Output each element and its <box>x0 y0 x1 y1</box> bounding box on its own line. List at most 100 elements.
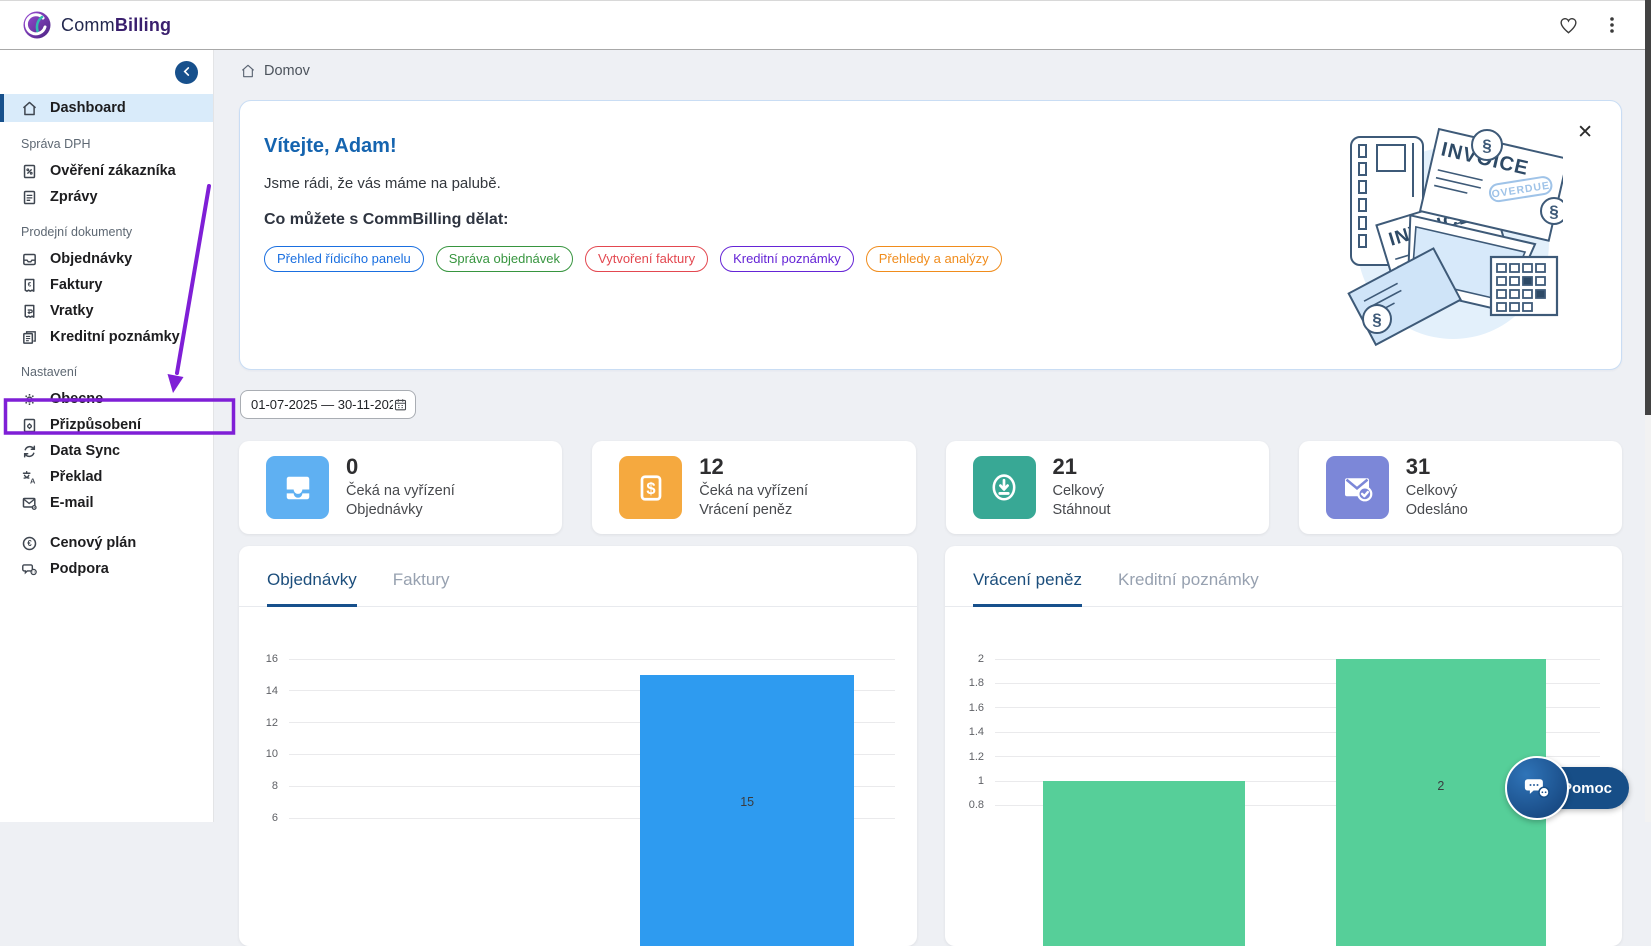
chart-tabs: Objednávky Faktury <box>239 570 917 607</box>
svg-text:€: € <box>28 281 32 288</box>
welcome-banner: Vítejte, Adam! Jsme rádi, že vás máme na… <box>239 100 1622 370</box>
y-axis-tick-label: 12 <box>255 717 289 729</box>
tag-kreditni-poznamky[interactable]: Kreditní poznámky <box>720 246 854 272</box>
sidebar-item-overeni-zakaznika[interactable]: Ověření zákazníka <box>0 158 213 184</box>
y-axis-tick-label: 2 <box>961 653 995 665</box>
sidebar-item-label: Přizpůsobení <box>50 417 141 433</box>
y-axis-tick-label: 1 <box>961 775 995 787</box>
stat-card-objednavky[interactable]: 0 Čeká na vyřízení Objednávky <box>239 441 562 534</box>
y-axis-tick-label: 1.8 <box>961 677 995 689</box>
breadcrumb[interactable]: Domov <box>240 63 310 79</box>
sidebar-item-vratky[interactable]: Vratky <box>0 298 213 324</box>
date-range-filter[interactable]: 01-07-2025 — 30-11-2025 <box>240 390 416 419</box>
sidebar-section-header: Prodejní dokumenty <box>0 225 213 239</box>
chart-bar[interactable] <box>640 675 855 946</box>
brand-name: CommBilling <box>61 15 171 36</box>
brand-logo[interactable]: CommBilling <box>22 10 171 40</box>
stat-card-stahnout[interactable]: 21 Celkový Stáhnout <box>946 441 1269 534</box>
stat-cards: 0 Čeká na vyřízení Objednávky $ 12 Čeká … <box>239 441 1622 534</box>
stat-line1: Čeká na vyřízení <box>699 482 808 502</box>
sidebar-item-obecne[interactable]: Obecne <box>0 386 213 412</box>
stat-value: 21 <box>1053 454 1111 479</box>
heart-icon <box>1558 15 1579 36</box>
translate-icon: A <box>21 469 38 486</box>
stat-line2: Stáhnout <box>1053 501 1111 521</box>
stat-line1: Celkový <box>1406 482 1468 502</box>
y-axis-tick-label: 14 <box>255 685 289 697</box>
sidebar-item-dashboard[interactable]: Dashboard <box>0 94 213 122</box>
document-percent-icon <box>21 163 38 180</box>
stat-value: 12 <box>699 454 808 479</box>
sidebar-item-data-sync[interactable]: Data Sync <box>0 438 213 464</box>
document-lines-icon <box>21 189 38 206</box>
bar-value-label: 15 <box>740 795 754 809</box>
sidebar-collapse-button[interactable] <box>175 61 198 84</box>
sidebar-item-label: Cenový plán <box>50 535 136 551</box>
sidebar-item-preklad[interactable]: A Překlad <box>0 464 213 490</box>
svg-text:€: € <box>27 539 32 548</box>
main-content: Domov Vítejte, Adam! Jsme rádi, že vás m… <box>214 50 1645 822</box>
commbilling-logo-icon <box>22 10 52 40</box>
sidebar-section-header: Nastavení <box>0 365 213 379</box>
envelope-check-icon <box>1339 470 1375 506</box>
download-oval-icon <box>986 470 1022 506</box>
banner-close-button[interactable]: ✕ <box>1577 123 1593 142</box>
sidebar-item-objednavky[interactable]: Objednávky <box>0 246 213 272</box>
tag-prehled-ridiciho-panelu[interactable]: Přehled řídicího panelu <box>264 246 424 272</box>
bar-chart: 161412108615 <box>255 659 895 946</box>
sidebar-item-email[interactable]: E-mail <box>0 490 213 516</box>
stat-line1: Celkový <box>1053 482 1111 502</box>
scrollbar[interactable] <box>1645 0 1651 822</box>
sidebar-item-label: Ověření zákazníka <box>50 163 176 179</box>
sidebar-item-label: Zprávy <box>50 189 98 205</box>
bars-layer: 15 <box>299 659 895 946</box>
tag-sprava-objednavek[interactable]: Správa objednávek <box>436 246 573 272</box>
inbox-tray-icon <box>21 251 38 268</box>
more-menu-button[interactable] <box>1603 15 1621 35</box>
invoices-illustration: INVOICE INVOICE OVERDUE §§§ <box>1341 115 1563 349</box>
favorite-button[interactable] <box>1558 15 1579 36</box>
sidebar-item-faktury[interactable]: € Faktury <box>0 272 213 298</box>
sidebar-item-kreditni-poznamky[interactable]: Kreditní poznámky <box>0 324 213 350</box>
y-axis-tick-label: 8 <box>255 780 289 792</box>
tab-objednavky[interactable]: Objednávky <box>267 570 357 607</box>
sidebar-item-label: Kreditní poznámky <box>50 329 180 345</box>
sidebar-item-label: Překlad <box>50 469 102 485</box>
orders-drawer-icon <box>280 470 316 506</box>
receipt-return-icon <box>21 303 38 320</box>
stat-line2: Odesláno <box>1406 501 1468 521</box>
mail-gear-icon <box>21 495 38 512</box>
y-axis-tick-label: 1.2 <box>961 751 995 763</box>
stat-card-vraceni-penez[interactable]: $ 12 Čeká na vyřízení Vrácení peněz <box>592 441 915 534</box>
sync-arrows-icon <box>21 443 38 460</box>
chevron-left-icon <box>182 67 191 76</box>
sidebar-item-label: Obecne <box>50 391 103 407</box>
sidebar-item-zpravy[interactable]: Zprávy <box>0 184 213 210</box>
sidebar-item-label: Dashboard <box>50 100 126 116</box>
sidebar-item-label: Podpora <box>50 561 109 577</box>
sidebar-item-label: Faktury <box>50 277 102 293</box>
tab-faktury[interactable]: Faktury <box>393 570 450 607</box>
chart-tabs: Vrácení peněz Kreditní poznámky <box>945 570 1622 607</box>
credit-note-icon <box>21 329 38 346</box>
svg-text:§: § <box>1549 202 1558 221</box>
sidebar-item-cenovy-plan[interactable]: € Cenový plán <box>0 530 213 556</box>
scrollbar-thumb[interactable] <box>1645 0 1651 415</box>
tag-vytvoreni-faktury[interactable]: Vytvoření faktury <box>585 246 708 272</box>
tag-prehledy-a-analyzy[interactable]: Přehledy a analýzy <box>866 246 1002 272</box>
tab-kreditni-poznamky[interactable]: Kreditní poznámky <box>1118 570 1259 607</box>
tab-vraceni-penez[interactable]: Vrácení peněz <box>973 570 1082 607</box>
bar-value-label: 2 <box>1437 779 1444 793</box>
receipt-euro-icon: € <box>21 277 38 294</box>
y-axis-tick-label: 6 <box>255 812 289 824</box>
chart-bar[interactable] <box>1043 781 1245 946</box>
home-icon <box>240 63 256 79</box>
sidebar-item-prizpusobeni[interactable]: Přizpůsobení <box>0 412 213 438</box>
gear-icon <box>21 391 38 408</box>
svg-text:§: § <box>1372 310 1381 329</box>
y-axis-tick-label: 0.8 <box>961 799 995 811</box>
sidebar-item-podpora[interactable]: Podpora <box>0 556 213 582</box>
help-button[interactable]: Pomoc <box>1505 756 1630 820</box>
sidebar-item-label: E-mail <box>50 495 94 511</box>
stat-card-odeslano[interactable]: 31 Celkový Odesláno <box>1299 441 1622 534</box>
